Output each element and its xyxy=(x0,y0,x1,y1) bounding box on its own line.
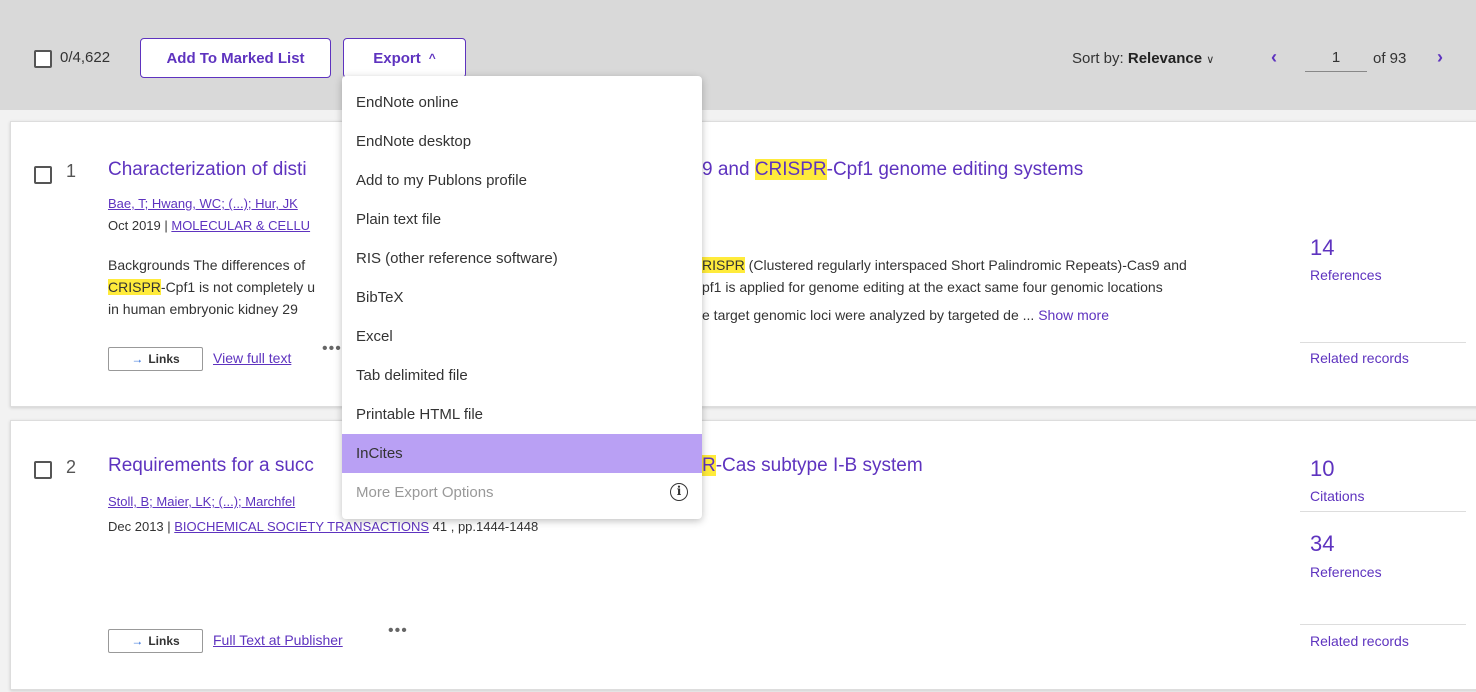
add-to-marked-list-button[interactable]: Add To Marked List xyxy=(140,38,331,78)
record-1-references-count[interactable]: 14 xyxy=(1310,235,1334,261)
export-dropdown-menu: EndNote online EndNote desktop Add to my… xyxy=(342,76,702,519)
sort-by-control[interactable]: Sort by: Relevance ∨ xyxy=(1072,50,1214,67)
record-2-full-text-link[interactable]: Full Text at Publisher xyxy=(213,632,343,648)
export-more-options[interactable]: More Export Options i xyxy=(342,473,702,512)
record-2-links-button[interactable]: → Links xyxy=(108,629,203,653)
page-number-input[interactable]: 1 xyxy=(1305,46,1367,72)
chevron-down-icon: ∨ xyxy=(1206,54,1215,66)
record-2-citations-count[interactable]: 10 xyxy=(1310,456,1334,482)
export-endnote-desktop[interactable]: EndNote desktop xyxy=(342,122,702,161)
chevron-up-icon: ^ xyxy=(428,51,436,65)
record-1-references-label[interactable]: References xyxy=(1310,267,1382,283)
export-incites[interactable]: InCites xyxy=(342,434,702,473)
abstract-text: e target genomic loci were analyzed by t… xyxy=(702,307,1039,323)
export-bibtex[interactable]: BibTeX xyxy=(342,278,702,317)
show-more-link[interactable]: Show more xyxy=(1038,307,1109,323)
record-2-title-highlight: R xyxy=(702,455,716,476)
abstract-highlight: CRISPR xyxy=(108,279,161,295)
arrow-right-icon: → xyxy=(131,352,144,366)
record-2-date: Dec 2013 | xyxy=(108,519,175,534)
sort-prefix: Sort by: xyxy=(1072,50,1124,67)
record-1-title-highlight: CRISPR xyxy=(754,159,827,180)
abstract-text: -Cpf1 is not completely u xyxy=(160,279,315,295)
record-1-authors[interactable]: Bae, T; Hwang, WC; (...); Hur, JK xyxy=(108,196,298,211)
record-1-abstract-line-3: in human embryonic kidney 29 xyxy=(108,301,298,317)
export-ris[interactable]: RIS (other reference software) xyxy=(342,239,702,278)
record-1-abstract-line-1: Backgrounds The differences of xyxy=(108,257,306,273)
record-2-references-label[interactable]: References xyxy=(1310,564,1382,580)
export-tab-delimited[interactable]: Tab delimited file xyxy=(342,356,702,395)
record-1-title[interactable]: Characterization of disti xyxy=(108,159,307,181)
record-2-volume-pages: 41 , pp.1444-1448 xyxy=(429,519,539,534)
record-1-abstract-line-2-right: pf1 is applied for genome editing at the… xyxy=(702,279,1163,295)
stat-divider xyxy=(1300,511,1466,512)
record-1-checkbox[interactable] xyxy=(34,166,52,184)
more-options-icon[interactable]: ••• xyxy=(388,622,408,640)
export-printable-html[interactable]: Printable HTML file xyxy=(342,395,702,434)
next-page-icon[interactable]: › xyxy=(1437,47,1443,68)
arrow-right-icon: → xyxy=(131,634,144,648)
links-label: Links xyxy=(148,352,180,366)
record-2-title[interactable]: Requirements for a succ xyxy=(108,455,314,477)
links-label: Links xyxy=(148,634,180,648)
record-1-abstract-line-1-right: RISPR (Clustered regularly interspaced S… xyxy=(702,254,1187,276)
sort-value: Relevance xyxy=(1127,50,1203,67)
record-2-checkbox[interactable] xyxy=(34,461,52,479)
record-1-view-full-text-link[interactable]: View full text xyxy=(213,350,291,366)
previous-page-icon[interactable]: ‹ xyxy=(1271,47,1277,68)
record-1-number: 1 xyxy=(66,161,77,181)
stat-divider xyxy=(1300,624,1466,625)
results-toolbar: 0/4,622 Add To Marked List Export ^ Sort… xyxy=(0,0,1476,110)
record-1-title-right[interactable]: 9 and CRISPR-Cpf1 genome editing systems xyxy=(702,159,1083,181)
export-publons[interactable]: Add to my Publons profile xyxy=(342,161,702,200)
select-all-checkbox[interactable] xyxy=(34,50,52,68)
record-2-title-right[interactable]: R-Cas subtype I-B system xyxy=(702,455,923,477)
export-excel[interactable]: Excel xyxy=(342,317,702,356)
export-label: Export xyxy=(373,49,421,67)
record-1-abstract-line-2: CRISPR-Cpf1 is not completely u xyxy=(108,276,315,298)
more-export-options-label: More Export Options xyxy=(356,484,494,501)
total-pages: of 93 xyxy=(1373,50,1407,67)
record-1-journal-link[interactable]: MOLECULAR & CELLU xyxy=(171,218,310,233)
record-2-citations-label[interactable]: Citations xyxy=(1310,488,1364,504)
more-options-icon[interactable]: ••• xyxy=(322,340,342,358)
record-2-meta: Dec 2013 | BIOCHEMICAL SOCIETY TRANSACTI… xyxy=(108,519,538,534)
select-count: 0/4,622 xyxy=(60,49,111,66)
stat-divider xyxy=(1300,342,1466,343)
record-1-date: Oct 2019 | xyxy=(108,218,172,233)
record-2-authors[interactable]: Stoll, B; Maier, LK; (...); Marchfel xyxy=(108,494,295,509)
abstract-highlight: RISPR xyxy=(702,257,745,273)
export-plain-text[interactable]: Plain text file xyxy=(342,200,702,239)
record-1-title-end: -Cpf1 genome editing systems xyxy=(826,159,1084,180)
record-1-title-part: Characterization of disti xyxy=(108,159,307,180)
record-1-abstract-line-3-right: e target genomic loci were analyzed by t… xyxy=(702,304,1109,326)
record-2-title-end: -Cas subtype I-B system xyxy=(715,455,923,476)
abstract-text: (Clustered regularly interspaced Short P… xyxy=(744,257,1187,273)
record-1-title-mid: 9 and xyxy=(702,159,755,180)
record-2-journal-link[interactable]: BIOCHEMICAL SOCIETY TRANSACTIONS xyxy=(174,519,429,534)
export-button[interactable]: Export ^ xyxy=(343,38,466,78)
info-icon[interactable]: i xyxy=(670,483,688,501)
record-1-related-records-link[interactable]: Related records xyxy=(1310,350,1409,366)
export-endnote-online[interactable]: EndNote online xyxy=(342,83,702,122)
record-2-number: 2 xyxy=(66,457,77,477)
record-2-references-count[interactable]: 34 xyxy=(1310,531,1334,557)
record-2-related-records-link[interactable]: Related records xyxy=(1310,633,1409,649)
record-1-meta: Oct 2019 | MOLECULAR & CELLU xyxy=(108,218,310,233)
record-1-links-button[interactable]: → Links xyxy=(108,347,203,371)
